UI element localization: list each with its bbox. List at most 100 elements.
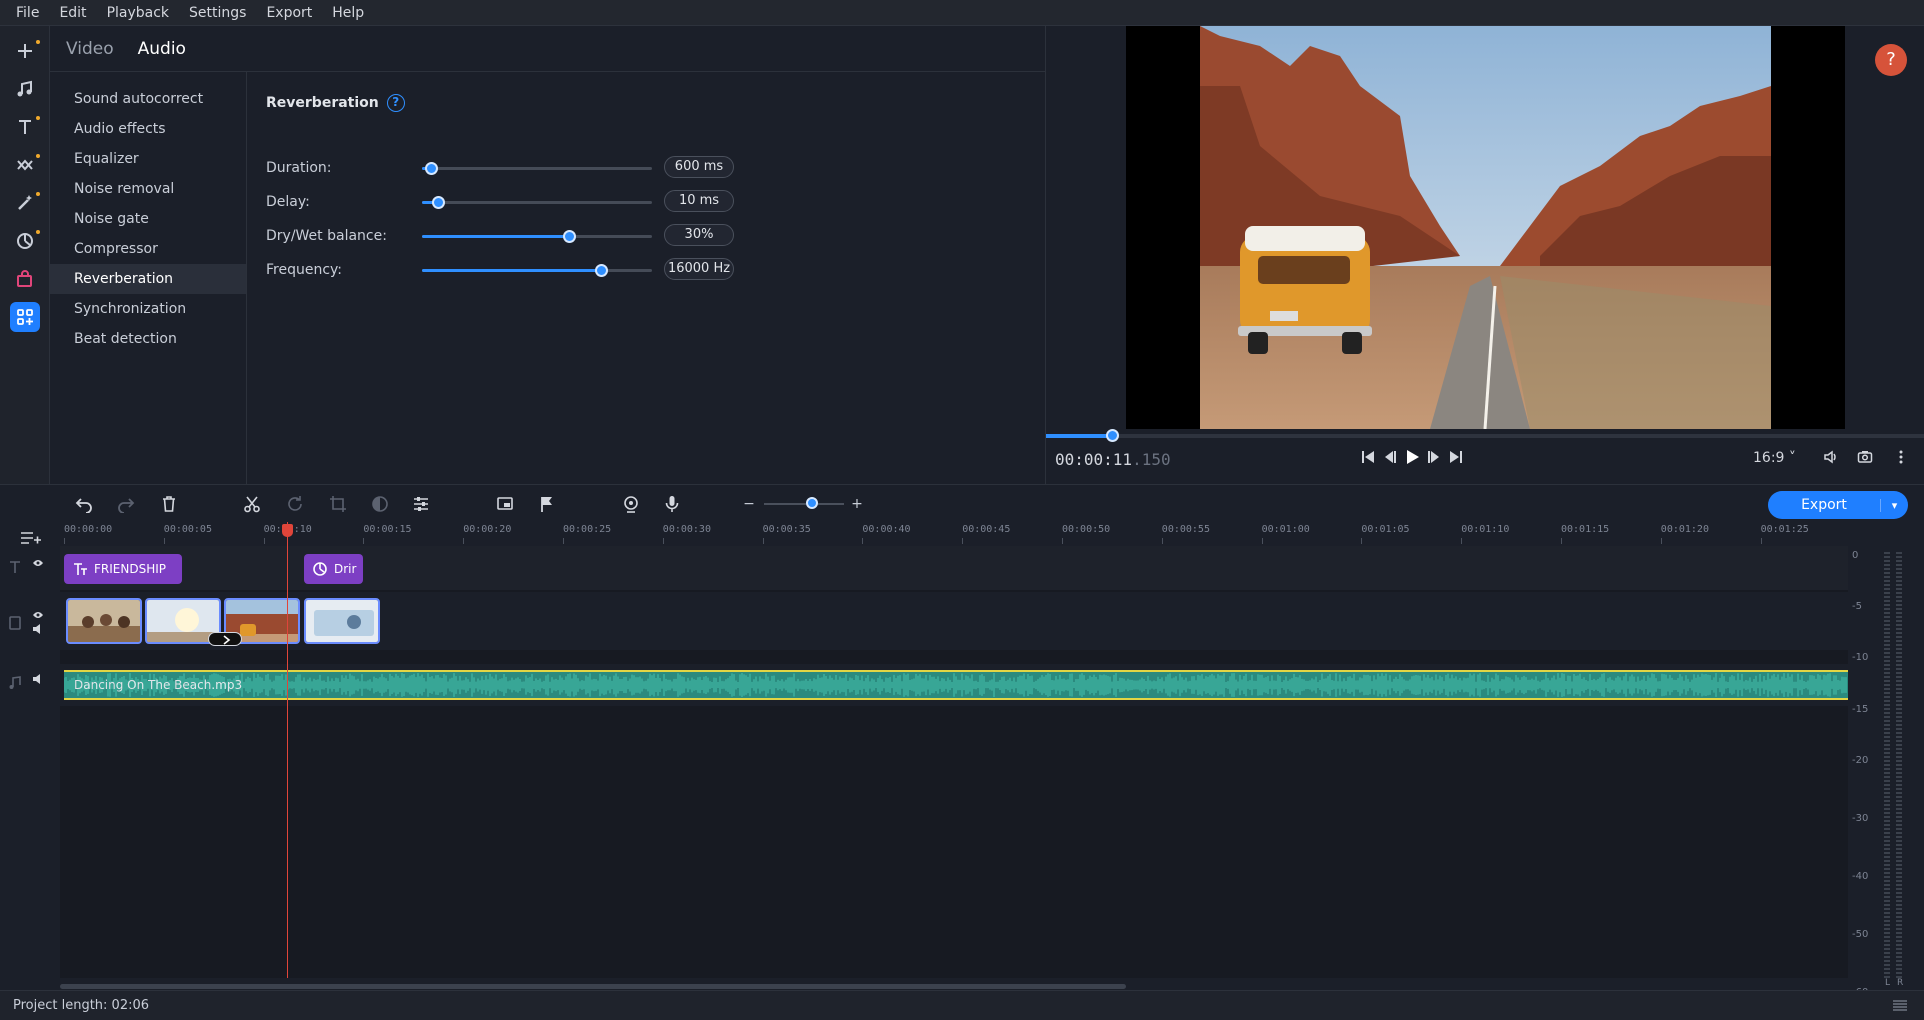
sticker-clip[interactable]: Drir	[304, 554, 363, 584]
play-button[interactable]	[1401, 446, 1423, 468]
menu-settings[interactable]: Settings	[179, 5, 256, 21]
more-tools-tool[interactable]	[10, 302, 40, 332]
menu-file[interactable]: File	[6, 5, 49, 21]
preview-panel: ? 00:00:11.150 16:9 ˅	[1045, 26, 1924, 484]
export-button[interactable]: Export ▾	[1768, 491, 1908, 519]
time-ruler[interactable]: 00:00:0000:00:0500:00:1000:00:1500:00:20…	[60, 522, 1848, 546]
help-icon[interactable]: ?	[386, 94, 405, 112]
video-clip[interactable]	[66, 598, 142, 644]
audio-track-mute-toggle[interactable]	[32, 672, 44, 688]
category-synchronization[interactable]: Synchronization	[50, 294, 246, 324]
menu-help[interactable]: Help	[322, 5, 374, 21]
crop-button[interactable]	[327, 493, 349, 515]
aspect-ratio-dropdown[interactable]: 16:9 ˅	[1753, 450, 1796, 466]
timeline: 00:00:0000:00:0500:00:1000:00:1500:00:20…	[0, 522, 1924, 998]
duration-value-field[interactable]: 600 ms	[664, 156, 734, 178]
transition-marker[interactable]	[208, 632, 242, 646]
store-tool[interactable]	[10, 264, 40, 294]
zoom-out-button[interactable]: −	[738, 493, 760, 515]
tab-video[interactable]: Video	[66, 39, 114, 59]
dry-wet-slider[interactable]	[422, 230, 652, 243]
progress-handle[interactable]	[1105, 429, 1119, 442]
category-audio-effects[interactable]: Audio effects	[50, 114, 246, 144]
ruler-tick	[1062, 538, 1063, 544]
webcam-record-button[interactable]	[620, 493, 642, 515]
video-clip[interactable]	[304, 598, 380, 644]
more-options-button[interactable]	[1890, 446, 1912, 468]
duration-slider[interactable]	[422, 162, 652, 175]
param-duration: Duration: 600 ms	[266, 156, 1026, 180]
title-clip-label: FRIENDSHIP	[94, 562, 166, 576]
menu-export[interactable]: Export	[256, 5, 322, 21]
meter-toggle-button[interactable]	[1892, 999, 1908, 1017]
audio-waveform	[64, 673, 1847, 697]
playhead[interactable]	[287, 522, 288, 978]
clip-properties-button[interactable]	[410, 493, 432, 515]
category-sound-autocorrect[interactable]: Sound autocorrect	[50, 84, 246, 114]
voiceover-button[interactable]	[661, 493, 683, 515]
zoom-handle[interactable]	[806, 497, 818, 509]
delete-button[interactable]	[158, 493, 180, 515]
zoom-in-button[interactable]: +	[846, 493, 868, 515]
frequency-slider[interactable]	[422, 264, 652, 277]
slider-handle[interactable]	[595, 264, 609, 277]
reverberation-settings: Reverberation ? Duration: 600 ms Delay: …	[266, 72, 1026, 472]
next-frame-button[interactable]	[1423, 446, 1445, 468]
frequency-value-field[interactable]: 16000 Hz	[664, 258, 734, 280]
speaker-icon	[33, 624, 40, 634]
split-button[interactable]	[241, 493, 263, 515]
tab-audio[interactable]: Audio	[138, 39, 186, 59]
filters-tool[interactable]	[10, 188, 40, 218]
slider-handle[interactable]	[425, 162, 439, 175]
export-dropdown-icon[interactable]: ▾	[1880, 498, 1908, 512]
text-track-visibility-toggle[interactable]	[32, 556, 44, 572]
undo-button[interactable]	[73, 493, 95, 515]
video-preview[interactable]	[1126, 26, 1845, 429]
marker-button[interactable]	[536, 493, 558, 515]
category-beat-detection[interactable]: Beat detection	[50, 324, 246, 354]
prev-frame-button[interactable]	[1379, 446, 1401, 468]
delay-slider[interactable]	[422, 196, 652, 209]
menu-edit[interactable]: Edit	[49, 5, 96, 21]
category-reverberation[interactable]: Reverberation	[50, 264, 246, 294]
category-noise-gate[interactable]: Noise gate	[50, 204, 246, 234]
menu-playback[interactable]: Playback	[97, 5, 179, 21]
timeline-horizontal-scrollbar[interactable]	[60, 984, 1126, 989]
ruler-tick	[1760, 538, 1762, 544]
slider-handle[interactable]	[563, 230, 577, 243]
skip-end-button[interactable]	[1445, 446, 1467, 468]
dry-wet-value-field[interactable]: 30%	[664, 224, 734, 246]
ruler-time-label: 00:01:00	[1261, 524, 1310, 535]
redo-button[interactable]	[115, 493, 137, 515]
title-clip[interactable]: FRIENDSHIP	[64, 554, 182, 584]
sticker-clip-label: Drir	[334, 562, 357, 576]
stickers-tool[interactable]	[10, 226, 40, 256]
category-equalizer[interactable]: Equalizer	[50, 144, 246, 174]
category-compressor[interactable]: Compressor	[50, 234, 246, 264]
slider-handle[interactable]	[432, 196, 446, 209]
ruler-time-label: 00:01:25	[1760, 524, 1809, 535]
playback-progress-bar[interactable]	[1046, 429, 1924, 442]
rotate-button[interactable]	[284, 493, 306, 515]
ruler-time-label: 00:01:20	[1660, 524, 1709, 535]
titles-tool[interactable]	[10, 112, 40, 142]
volume-button[interactable]	[1820, 446, 1842, 468]
meter-right-channel	[1896, 552, 1902, 978]
help-button[interactable]: ?	[1875, 44, 1907, 76]
track-controls	[0, 522, 60, 990]
video-track-mute-toggle[interactable]	[32, 622, 44, 638]
audio-clip[interactable]: Dancing On The Beach.mp3	[64, 670, 1848, 700]
music-tool[interactable]	[10, 74, 40, 104]
notification-dot	[36, 192, 40, 196]
add-track-button[interactable]	[20, 530, 42, 550]
text-track-icon	[8, 560, 22, 578]
snapshot-button[interactable]	[1854, 446, 1876, 468]
color-adjust-button[interactable]	[369, 493, 391, 515]
transitions-tool[interactable]	[10, 150, 40, 180]
overlay-button[interactable]	[494, 493, 516, 515]
skip-start-button[interactable]	[1357, 446, 1379, 468]
category-noise-removal[interactable]: Noise removal	[50, 174, 246, 204]
import-tool[interactable]	[10, 36, 40, 66]
zoom-slider[interactable]	[764, 503, 844, 505]
delay-value-field[interactable]: 10 ms	[664, 190, 734, 212]
